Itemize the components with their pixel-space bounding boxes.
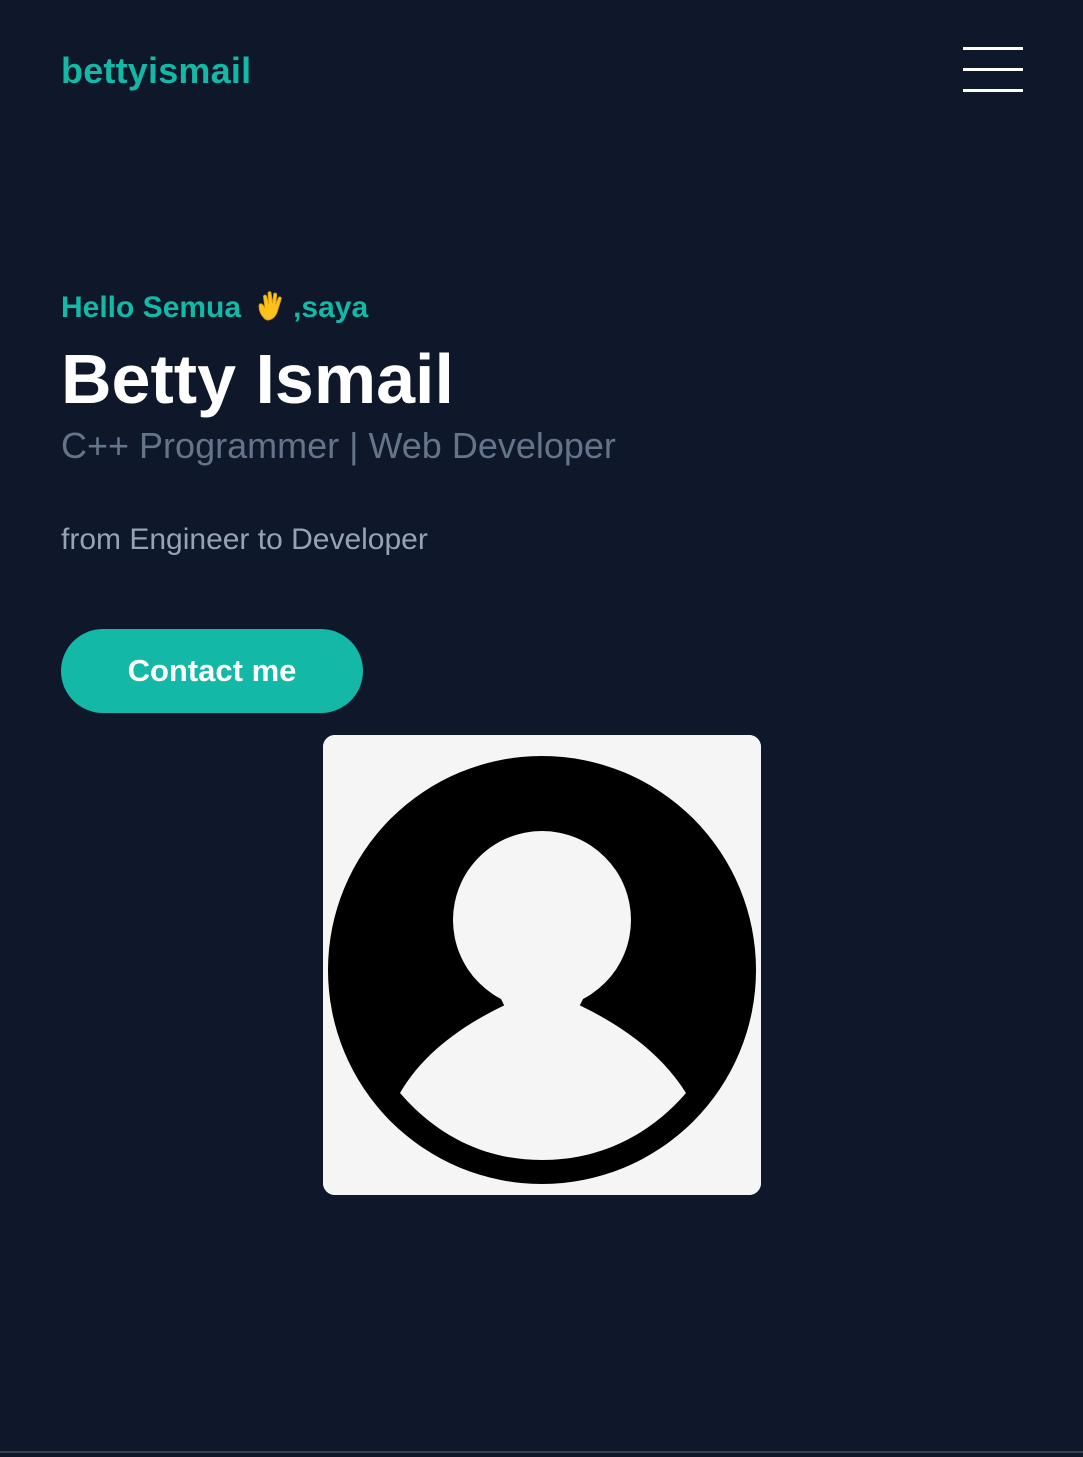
site-logo[interactable]: bettyismail — [61, 50, 251, 92]
user-avatar-placeholder-icon — [323, 735, 761, 1195]
contact-me-button[interactable]: Contact me — [61, 629, 363, 713]
profile-picture — [323, 735, 761, 1195]
waving-hand-icon — [255, 289, 289, 323]
menu-bar-top — [963, 47, 1023, 50]
hero-tagline: from Engineer to Developer — [61, 523, 428, 556]
hero-greeting: Hello Semua ,saya — [61, 289, 368, 326]
greeting-suffix: ,saya — [293, 291, 369, 324]
greeting-prefix: Hello Semua — [61, 291, 242, 324]
hero-name: Betty Ismail — [61, 340, 454, 418]
hero-role: C++ Programmer | Web Developer — [61, 425, 616, 466]
hamburger-menu-icon[interactable] — [955, 40, 1031, 100]
bottom-divider — [0, 1451, 1083, 1453]
menu-bar-bottom — [963, 89, 1023, 92]
site-header: bettyismail — [0, 0, 1083, 140]
menu-bar-middle — [963, 68, 1023, 71]
